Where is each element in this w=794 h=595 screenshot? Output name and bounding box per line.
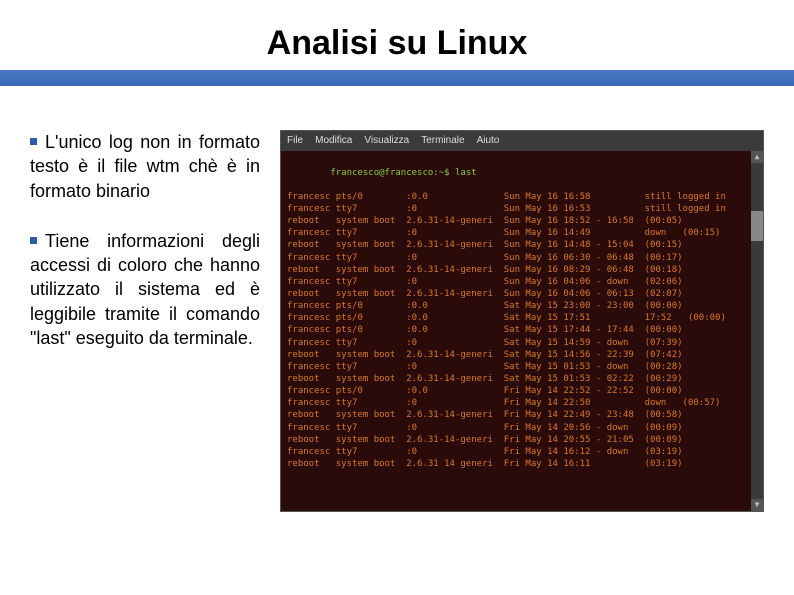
slide: Analisi su Linux L'unico log non in form… [0,0,794,595]
terminal-row: francesc tty7 :0 Sun May 16 16:53 still … [287,203,757,215]
terminal-row: reboot system boot 2.6.31-14-generi Sun … [287,264,757,276]
terminal-row: francesc pts/0 :0.0 Sat May 15 17:44 - 1… [287,324,757,336]
text-column: L'unico log non in formato testo è il fi… [30,130,260,512]
scroll-thumb[interactable] [751,211,763,241]
terminal-row: francesc pts/0 :0.0 Sat May 15 23:00 - 2… [287,300,757,312]
scroll-up-icon[interactable]: ▲ [751,151,763,163]
terminal-row: reboot system boot 2.6.31-14-generi Fri … [287,434,757,446]
menu-aiuto[interactable]: Aiuto [477,134,500,148]
terminal-row: reboot system boot 2.6.31-14-generi Sun … [287,239,757,251]
content-area: L'unico log non in formato testo è il fi… [30,130,764,512]
paragraph-1: L'unico log non in formato testo è il fi… [30,130,260,203]
terminal-row: francesc tty7 :0 Sun May 16 14:49 down (… [287,227,757,239]
paragraph-2: Tiene informazioni degli accessi di colo… [30,229,260,350]
menu-modifica[interactable]: Modifica [315,134,352,148]
terminal-row: francesc tty7 :0 Sat May 15 14:59 - down… [287,337,757,349]
bullet-icon [30,237,37,244]
terminal-row: francesc tty7 :0 Sun May 16 04:06 - down… [287,276,757,288]
terminal-window: File Modifica Visualizza Terminale Aiuto… [280,130,764,512]
menu-terminale[interactable]: Terminale [421,134,464,148]
menu-file[interactable]: File [287,134,303,148]
terminal-row: francesc tty7 :0 Fri May 14 20:56 - down… [287,422,757,434]
terminal-row: reboot system boot 2.6.31-14-generi Sun … [287,288,757,300]
terminal-body[interactable]: francesco@francesco:~$ last francesc pts… [281,151,763,499]
terminal-row: francesc tty7 :0 Sat May 15 01:53 - down… [287,361,757,373]
terminal-row: reboot system boot 2.6.31-14-generi Sat … [287,373,757,385]
terminal-row: francesc tty7 :0 Sun May 16 06:30 - 06:4… [287,252,757,264]
terminal-row: reboot system boot 2.6.31-14-generi Sat … [287,349,757,361]
scroll-down-icon[interactable]: ▼ [751,499,763,511]
terminal-row: reboot system boot 2.6.31-14-generi Fri … [287,409,757,421]
terminal-row: francesc pts/0 :0.0 Fri May 14 22:52 - 2… [287,385,757,397]
slide-title: Analisi su Linux [0,24,794,63]
terminal-row: francesc tty7 :0 Fri May 14 22:50 down (… [287,397,757,409]
terminal-row: reboot system boot 2.6.31 14 generi Fri … [287,458,757,470]
terminal-row: francesc tty7 :0 Fri May 14 16:12 - down… [287,446,757,458]
terminal-row: francesc pts/0 :0.0 Sun May 16 16:58 sti… [287,191,757,203]
title-band [0,70,794,86]
menu-visualizza[interactable]: Visualizza [364,134,409,148]
paragraph-2-text: Tiene informazioni degli accessi di colo… [30,231,260,348]
terminal-scrollbar[interactable]: ▲ ▼ [751,151,763,511]
terminal-row: reboot system boot 2.6.31-14-generi Sun … [287,215,757,227]
terminal-prompt: francesco@francesco:~$ last [330,168,476,178]
bullet-icon [30,138,37,145]
terminal-menubar: File Modifica Visualizza Terminale Aiuto [281,131,763,151]
paragraph-1-text: L'unico log non in formato testo è il fi… [30,132,260,201]
terminal-row: francesc pts/0 :0.0 Sat May 15 17:51 17:… [287,312,757,324]
